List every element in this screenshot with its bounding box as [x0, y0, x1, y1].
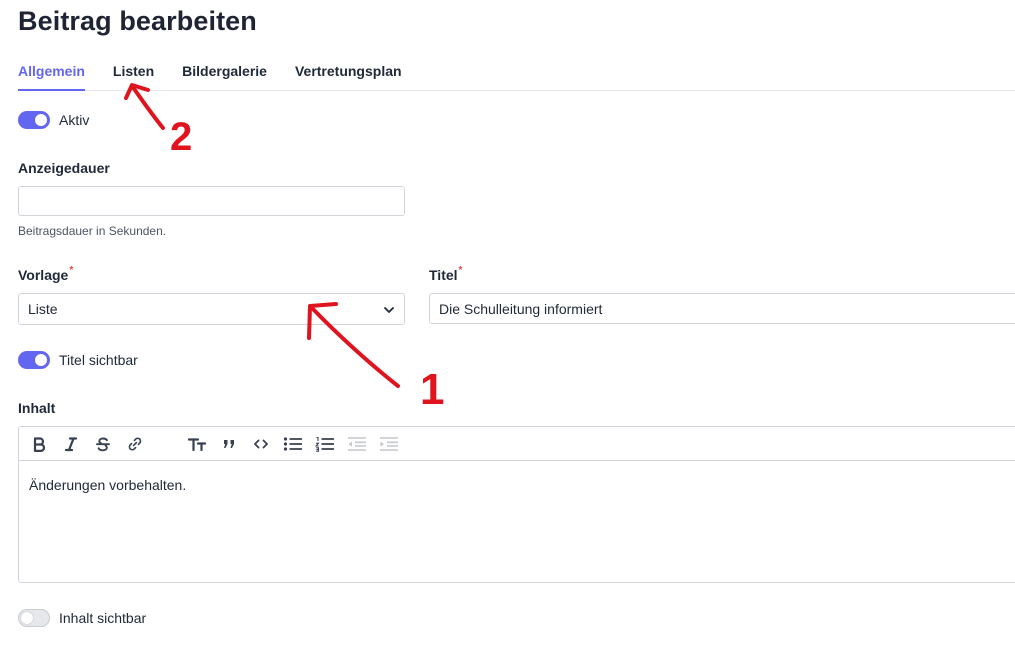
- numbered-list-icon[interactable]: [313, 432, 337, 456]
- titel-sichtbar-row: Titel sichtbar: [18, 351, 138, 369]
- inhalt-editor: Änderungen vorbehalten.: [18, 426, 1015, 583]
- titel-sichtbar-toggle[interactable]: [18, 351, 50, 369]
- tab-allgemein[interactable]: Allgemein: [18, 62, 85, 91]
- chevron-down-icon: [384, 307, 394, 313]
- aktiv-toggle[interactable]: [18, 111, 50, 129]
- indent-icon[interactable]: [377, 432, 401, 456]
- annotation-arrow-2-shaft: [130, 84, 165, 130]
- strikethrough-icon[interactable]: [91, 432, 115, 456]
- tab-bar: Allgemein Listen Bildergalerie Vertretun…: [18, 62, 1015, 91]
- inhalt-sichtbar-label: Inhalt sichtbar: [59, 610, 147, 626]
- editor-toolbar: [19, 427, 1015, 461]
- vorlage-select[interactable]: Liste: [18, 293, 405, 325]
- vorlage-label: Vorlage: [18, 267, 69, 283]
- vorlage-selected-value: Liste: [28, 301, 58, 317]
- anzeigedauer-label: Anzeigedauer: [18, 160, 110, 176]
- anzeigedauer-hint: Beitragsdauer in Sekunden.: [18, 224, 167, 238]
- toggle-knob: [21, 612, 33, 624]
- inhalt-sichtbar-toggle[interactable]: [18, 609, 50, 627]
- vorlage-label-wrap: Vorlage*: [18, 265, 74, 283]
- inhalt-sichtbar-row: Inhalt sichtbar: [18, 609, 146, 627]
- required-mark: *: [69, 265, 74, 276]
- toggle-knob: [35, 114, 47, 126]
- outdent-icon[interactable]: [345, 432, 369, 456]
- aktiv-row: Aktiv: [18, 111, 89, 129]
- bullet-list-icon[interactable]: [281, 432, 305, 456]
- bold-icon[interactable]: [27, 432, 51, 456]
- tab-bildergalerie[interactable]: Bildergalerie: [182, 62, 267, 90]
- annotation-number-1: 1: [420, 365, 444, 414]
- aktiv-label: Aktiv: [59, 112, 90, 128]
- inhalt-label: Inhalt: [18, 400, 56, 416]
- titel-input[interactable]: [429, 293, 1015, 324]
- italic-icon[interactable]: [59, 432, 83, 456]
- titel-label-wrap: Titel*: [429, 265, 463, 283]
- editor-content[interactable]: Änderungen vorbehalten.: [19, 461, 1015, 509]
- required-mark: *: [458, 265, 463, 276]
- page-title: Beitrag bearbeiten: [18, 6, 257, 36]
- tab-vertretungsplan[interactable]: Vertretungsplan: [295, 62, 402, 90]
- tab-listen[interactable]: Listen: [113, 62, 154, 90]
- anzeigedauer-input[interactable]: [18, 186, 405, 216]
- code-icon[interactable]: [249, 432, 273, 456]
- heading-icon[interactable]: [185, 432, 209, 456]
- annotation-number-2: 2: [170, 115, 192, 159]
- toggle-knob: [35, 354, 47, 366]
- link-icon[interactable]: [123, 432, 147, 456]
- titel-sichtbar-label: Titel sichtbar: [59, 352, 138, 368]
- titel-label: Titel: [429, 267, 458, 283]
- quote-icon[interactable]: [217, 432, 241, 456]
